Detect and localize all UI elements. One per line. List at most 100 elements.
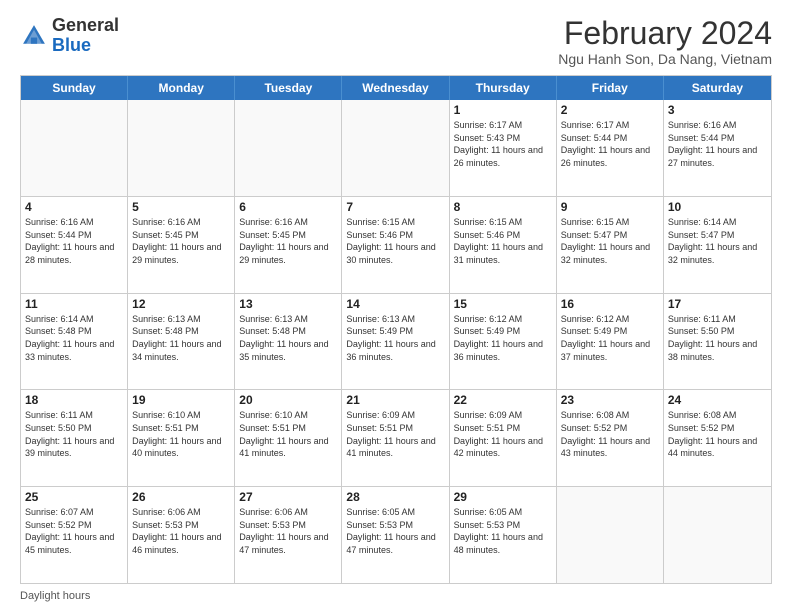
calendar-day-cell: 16 Sunrise: 6:12 AM Sunset: 5:49 PM Dayli… — [557, 294, 664, 390]
day-info: Sunrise: 6:05 AM Sunset: 5:53 PM Dayligh… — [346, 506, 444, 556]
calendar-week-row: 4 Sunrise: 6:16 AM Sunset: 5:44 PM Daylig… — [21, 196, 771, 293]
calendar-header-cell: Thursday — [450, 76, 557, 100]
day-number: 29 — [454, 490, 552, 504]
day-number: 7 — [346, 200, 444, 214]
day-info: Sunrise: 6:13 AM Sunset: 5:49 PM Dayligh… — [346, 313, 444, 363]
day-number: 9 — [561, 200, 659, 214]
calendar-day-cell: 9 Sunrise: 6:15 AM Sunset: 5:47 PM Daylig… — [557, 197, 664, 293]
calendar-day-cell: 27 Sunrise: 6:06 AM Sunset: 5:53 PM Dayli… — [235, 487, 342, 583]
day-info: Sunrise: 6:06 AM Sunset: 5:53 PM Dayligh… — [132, 506, 230, 556]
day-info: Sunrise: 6:11 AM Sunset: 5:50 PM Dayligh… — [668, 313, 767, 363]
day-info: Sunrise: 6:17 AM Sunset: 5:43 PM Dayligh… — [454, 119, 552, 169]
day-number: 26 — [132, 490, 230, 504]
day-number: 5 — [132, 200, 230, 214]
day-info: Sunrise: 6:16 AM Sunset: 5:44 PM Dayligh… — [668, 119, 767, 169]
day-info: Sunrise: 6:10 AM Sunset: 5:51 PM Dayligh… — [132, 409, 230, 459]
day-number: 23 — [561, 393, 659, 407]
day-number: 22 — [454, 393, 552, 407]
day-info: Sunrise: 6:12 AM Sunset: 5:49 PM Dayligh… — [454, 313, 552, 363]
day-info: Sunrise: 6:08 AM Sunset: 5:52 PM Dayligh… — [668, 409, 767, 459]
day-info: Sunrise: 6:09 AM Sunset: 5:51 PM Dayligh… — [346, 409, 444, 459]
calendar-day-cell — [664, 487, 771, 583]
calendar-day-cell: 29 Sunrise: 6:05 AM Sunset: 5:53 PM Dayli… — [450, 487, 557, 583]
day-info: Sunrise: 6:15 AM Sunset: 5:46 PM Dayligh… — [454, 216, 552, 266]
calendar-day-cell: 24 Sunrise: 6:08 AM Sunset: 5:52 PM Dayli… — [664, 390, 771, 486]
day-info: Sunrise: 6:16 AM Sunset: 5:44 PM Dayligh… — [25, 216, 123, 266]
calendar-day-cell: 6Sunrise: 6:16 AM Sunset: 5:45 PM Daylig… — [235, 197, 342, 293]
day-number: 14 — [346, 297, 444, 311]
calendar-day-cell: 17 Sunrise: 6:11 AM Sunset: 5:50 PM Dayli… — [664, 294, 771, 390]
day-number: 4 — [25, 200, 123, 214]
day-number: 2 — [561, 103, 659, 117]
calendar-body: 1 Sunrise: 6:17 AM Sunset: 5:43 PM Daylig… — [21, 100, 771, 583]
logo-icon — [20, 22, 48, 50]
calendar-day-cell: 20 Sunrise: 6:10 AM Sunset: 5:51 PM Dayli… — [235, 390, 342, 486]
day-info: Sunrise: 6:05 AM Sunset: 5:53 PM Dayligh… — [454, 506, 552, 556]
day-info: Sunrise: 6:16 AM Sunset: 5:45 PM Dayligh… — [239, 216, 337, 266]
day-number: 25 — [25, 490, 123, 504]
calendar-day-cell — [557, 487, 664, 583]
day-info: Sunrise: 6:08 AM Sunset: 5:52 PM Dayligh… — [561, 409, 659, 459]
day-info: Sunrise: 6:16 AM Sunset: 5:45 PM Dayligh… — [132, 216, 230, 266]
logo: General Blue — [20, 16, 119, 56]
calendar-day-cell: 4 Sunrise: 6:16 AM Sunset: 5:44 PM Daylig… — [21, 197, 128, 293]
day-info: Sunrise: 6:14 AM Sunset: 5:48 PM Dayligh… — [25, 313, 123, 363]
header: General Blue February 2024 Ngu Hanh Son,… — [20, 16, 772, 67]
calendar-week-row: 18Sunrise: 6:11 AM Sunset: 5:50 PM Dayli… — [21, 389, 771, 486]
calendar-day-cell: 3Sunrise: 6:16 AM Sunset: 5:44 PM Daylig… — [664, 100, 771, 196]
day-number: 20 — [239, 393, 337, 407]
calendar-week-row: 11Sunrise: 6:14 AM Sunset: 5:48 PM Dayli… — [21, 293, 771, 390]
day-number: 17 — [668, 297, 767, 311]
calendar-day-cell: 1 Sunrise: 6:17 AM Sunset: 5:43 PM Daylig… — [450, 100, 557, 196]
calendar: SundayMondayTuesdayWednesdayThursdayFrid… — [20, 75, 772, 584]
calendar-day-cell: 19 Sunrise: 6:10 AM Sunset: 5:51 PM Dayli… — [128, 390, 235, 486]
day-info: Sunrise: 6:15 AM Sunset: 5:47 PM Dayligh… — [561, 216, 659, 266]
calendar-day-cell: 7 Sunrise: 6:15 AM Sunset: 5:46 PM Daylig… — [342, 197, 449, 293]
main-title: February 2024 — [558, 16, 772, 51]
footer: Daylight hours — [20, 590, 772, 602]
calendar-day-cell: 8 Sunrise: 6:15 AM Sunset: 5:46 PM Daylig… — [450, 197, 557, 293]
day-number: 21 — [346, 393, 444, 407]
calendar-day-cell: 23 Sunrise: 6:08 AM Sunset: 5:52 PM Dayli… — [557, 390, 664, 486]
calendar-week-row: 1 Sunrise: 6:17 AM Sunset: 5:43 PM Daylig… — [21, 100, 771, 196]
day-info: Sunrise: 6:06 AM Sunset: 5:53 PM Dayligh… — [239, 506, 337, 556]
calendar-day-cell: 14 Sunrise: 6:13 AM Sunset: 5:49 PM Dayli… — [342, 294, 449, 390]
day-info: Sunrise: 6:10 AM Sunset: 5:51 PM Dayligh… — [239, 409, 337, 459]
day-number: 12 — [132, 297, 230, 311]
day-number: 19 — [132, 393, 230, 407]
calendar-header-cell: Saturday — [664, 76, 771, 100]
calendar-day-cell: 10Sunrise: 6:14 AM Sunset: 5:47 PM Dayli… — [664, 197, 771, 293]
day-info: Sunrise: 6:14 AM Sunset: 5:47 PM Dayligh… — [668, 216, 767, 266]
calendar-day-cell: 22 Sunrise: 6:09 AM Sunset: 5:51 PM Dayli… — [450, 390, 557, 486]
calendar-day-cell — [235, 100, 342, 196]
day-number: 27 — [239, 490, 337, 504]
calendar-day-cell — [21, 100, 128, 196]
calendar-day-cell: 15Sunrise: 6:12 AM Sunset: 5:49 PM Dayli… — [450, 294, 557, 390]
day-info: Sunrise: 6:12 AM Sunset: 5:49 PM Dayligh… — [561, 313, 659, 363]
day-number: 16 — [561, 297, 659, 311]
calendar-week-row: 25 Sunrise: 6:07 AM Sunset: 5:52 PM Dayli… — [21, 486, 771, 583]
calendar-day-cell: 2Sunrise: 6:17 AM Sunset: 5:44 PM Daylig… — [557, 100, 664, 196]
calendar-day-cell: 21 Sunrise: 6:09 AM Sunset: 5:51 PM Dayli… — [342, 390, 449, 486]
title-block: February 2024 Ngu Hanh Son, Da Nang, Vie… — [558, 16, 772, 67]
day-number: 1 — [454, 103, 552, 117]
calendar-day-cell: 12Sunrise: 6:13 AM Sunset: 5:48 PM Dayli… — [128, 294, 235, 390]
day-info: Sunrise: 6:15 AM Sunset: 5:46 PM Dayligh… — [346, 216, 444, 266]
logo-blue: Blue — [52, 35, 91, 55]
day-info: Sunrise: 6:13 AM Sunset: 5:48 PM Dayligh… — [239, 313, 337, 363]
calendar-day-cell: 11Sunrise: 6:14 AM Sunset: 5:48 PM Dayli… — [21, 294, 128, 390]
day-number: 28 — [346, 490, 444, 504]
calendar-header: SundayMondayTuesdayWednesdayThursdayFrid… — [21, 76, 771, 100]
calendar-day-cell: 13 Sunrise: 6:13 AM Sunset: 5:48 PM Dayli… — [235, 294, 342, 390]
calendar-day-cell: 26 Sunrise: 6:06 AM Sunset: 5:53 PM Dayli… — [128, 487, 235, 583]
day-info: Sunrise: 6:09 AM Sunset: 5:51 PM Dayligh… — [454, 409, 552, 459]
day-number: 18 — [25, 393, 123, 407]
day-number: 24 — [668, 393, 767, 407]
day-info: Sunrise: 6:07 AM Sunset: 5:52 PM Dayligh… — [25, 506, 123, 556]
day-number: 13 — [239, 297, 337, 311]
day-number: 8 — [454, 200, 552, 214]
calendar-day-cell — [342, 100, 449, 196]
calendar-header-cell: Wednesday — [342, 76, 449, 100]
page: General Blue February 2024 Ngu Hanh Son,… — [0, 0, 792, 612]
logo-text: General Blue — [52, 16, 119, 56]
